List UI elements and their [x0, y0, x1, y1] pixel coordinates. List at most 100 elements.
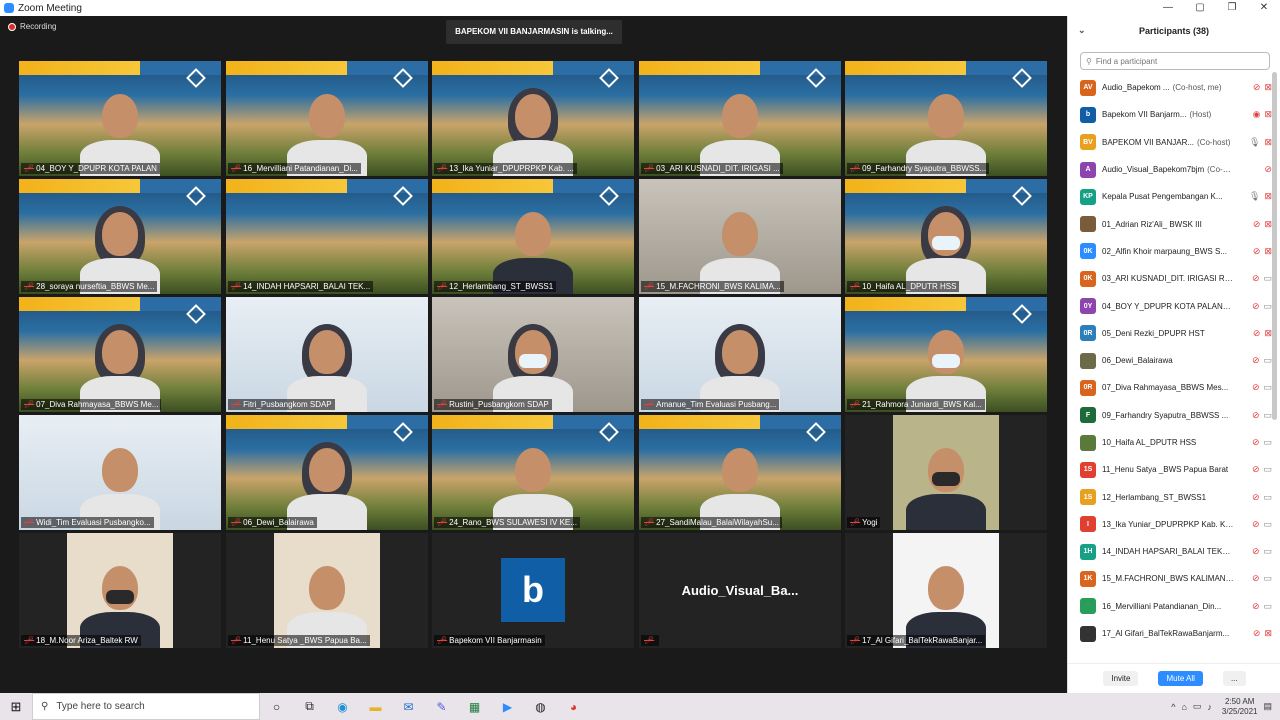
mic-muted-icon[interactable]: ⊘ — [1252, 437, 1260, 448]
mic-muted-icon[interactable]: ⊘ — [1252, 546, 1260, 557]
participant-row[interactable]: 17_Al Gifari_BalTekRawaBanjarm... ⊘ ⊠ — [1068, 620, 1274, 647]
mic-muted-icon[interactable]: ⊘ — [1253, 246, 1261, 257]
video-tile[interactable]: 🎤︎ 24_Rano_BWS SULAWESI IV KE... — [432, 415, 634, 530]
participant-row[interactable]: F 09_Farhandry Syaputra_BBWSS ... ⊘ ▭ — [1068, 402, 1274, 429]
participant-row[interactable]: 0R 07_Diva Rahmayasa_BBWS Mes... ⊘ ▭ — [1068, 374, 1274, 401]
chrome-icon[interactable]: ◕ — [557, 700, 590, 714]
network-icon[interactable]: ⌂ — [1181, 702, 1186, 712]
video-tile[interactable]: 🎤︎ Widi_Tim Evaluasi Pusbangko... — [19, 415, 221, 530]
camera-icon[interactable]: ▭ — [1263, 355, 1272, 366]
camera-off-icon[interactable]: ⊠ — [1264, 191, 1272, 202]
mic-muted-icon[interactable]: ⊘ — [1252, 273, 1260, 284]
video-tile[interactable]: 🎤︎ 06_Dewi_Balairawa — [226, 415, 428, 530]
video-tile[interactable]: 🎤︎ 04_BOY Y_DPUPR KOTA PALAN — [19, 61, 221, 176]
pen-app-icon[interactable]: ✎ — [425, 700, 458, 714]
participant-row[interactable]: 1H 14_INDAH HAPSARI_BALAI TEKN... ⊘ ▭ — [1068, 538, 1274, 565]
mic-muted-icon[interactable]: ⊘ — [1253, 328, 1261, 339]
participant-row[interactable]: 0K 03_ARI KUSNADI_DIT. IRIGASI R... ⊘ ▭ — [1068, 265, 1274, 292]
participants-scrollbar[interactable] — [1272, 72, 1277, 420]
mute-all-button[interactable]: Mute All — [1158, 671, 1203, 686]
video-tile[interactable]: 🎤︎ 03_ARI KUSNADI_DIT. IRIGASI ... — [639, 61, 841, 176]
mic-muted-icon[interactable]: ⊘ — [1252, 301, 1260, 312]
restore-button[interactable]: ❐ — [1216, 0, 1248, 16]
recording-indicator[interactable]: Recording — [8, 22, 56, 31]
notification-icon[interactable]: ▤ — [1263, 701, 1272, 712]
mic-muted-icon[interactable]: ⊘ — [1264, 164, 1272, 175]
camera-off-icon[interactable]: ⊠ — [1264, 109, 1272, 120]
video-tile[interactable]: 🎤︎ 21_Rahmora Juniardi_BWS Kal... — [845, 297, 1047, 412]
zoom-icon[interactable]: ▶ — [491, 700, 524, 714]
video-tile[interactable]: 🎤︎ 09_Farhandry Syaputra_BBWSS... — [845, 61, 1047, 176]
camera-icon[interactable]: ▭ — [1263, 464, 1272, 475]
participant-search[interactable]: ⚲ — [1080, 52, 1270, 70]
invite-button[interactable]: Invite — [1103, 671, 1139, 686]
video-tile[interactable]: 🎤︎ Fitri_Pusbangkom SDAP — [226, 297, 428, 412]
excel-icon[interactable]: ▦ — [458, 700, 491, 714]
participant-row[interactable]: b Bapekom VII Banjarm... (Host) ◉ ⊠ — [1068, 101, 1274, 128]
camera-off-icon[interactable]: ⊠ — [1264, 328, 1272, 339]
camera-off-icon[interactable]: ⊠ — [1264, 82, 1272, 93]
chevron-down-icon[interactable]: ⌄ — [1078, 25, 1086, 36]
video-tile[interactable]: b 🎤︎ Bapekom VII Banjarmasin — [432, 533, 634, 648]
mic-muted-icon[interactable]: ⊘ — [1253, 628, 1261, 639]
participant-row[interactable]: 16_Mervilliani Patandianan_Din... ⊘ ▭ — [1068, 593, 1274, 620]
mic-muted-icon[interactable]: ⊘ — [1252, 519, 1260, 530]
edge-icon[interactable]: ◉ — [326, 700, 359, 714]
mic-muted-icon[interactable]: ⊘ — [1252, 410, 1260, 421]
mic-muted-icon[interactable]: ⊘ — [1252, 355, 1260, 366]
mic-muted-icon[interactable]: ⊘ — [1252, 492, 1260, 503]
mic-muted-icon[interactable]: ⊘ — [1253, 219, 1261, 230]
mic-muted-icon[interactable]: ⊘ — [1252, 573, 1260, 584]
participant-row[interactable]: 0K 02_Alfin Khoir marpaung_BWS S... ⊘ ⊠ — [1068, 238, 1274, 265]
camera-icon[interactable]: ▭ — [1263, 519, 1272, 530]
video-tile[interactable]: 🎤︎ 12_Herlambang_ST_BWSS1 — [432, 179, 634, 294]
windows-start-icon[interactable]: ⊞ — [0, 699, 32, 715]
video-tile[interactable]: 🎤︎ Rustini_Pusbangkom SDAP — [432, 297, 634, 412]
video-tile[interactable]: 🎤︎ 28_soraya nurseftia_BBWS Me... — [19, 179, 221, 294]
taskbar-search[interactable]: ⚲ Type here to search — [32, 693, 260, 720]
mail-icon[interactable]: ✉ — [392, 700, 425, 714]
video-tile[interactable]: 🎤︎ 18_M.Noor Ariza_Baltek RW — [19, 533, 221, 648]
video-tile[interactable]: Audio_Visual_Ba... 🎤︎ — [639, 533, 841, 648]
mic-muted-icon[interactable]: ⊘ — [1252, 464, 1260, 475]
participant-row[interactable]: 10_Haifa AL_DPUTR HSS ⊘ ▭ — [1068, 429, 1274, 456]
participant-row[interactable]: KP Kepala Pusat Pengembangan K... 🎙︎ ⊠ — [1068, 183, 1274, 210]
participant-row[interactable]: 1S 12_Herlambang_ST_BWSS1 ⊘ ▭ — [1068, 483, 1274, 510]
mic-icon[interactable]: 🎙︎ — [1249, 191, 1260, 202]
video-tile[interactable]: 🎤︎ 11_Henu Satya _BWS Papua Ba... — [226, 533, 428, 648]
camera-icon[interactable]: ▭ — [1263, 382, 1272, 393]
mic-muted-icon[interactable]: ⊘ — [1252, 382, 1260, 393]
participant-row[interactable]: I 13_Ika Yuniar_DPUPRPKP Kab. K... ⊘ ▭ — [1068, 511, 1274, 538]
video-tile[interactable]: 🎤︎ 17_Al Gifari_BalTekRawaBanjar... — [845, 533, 1047, 648]
mic-muted-icon[interactable]: ⊘ — [1252, 601, 1260, 612]
minimize-button[interactable]: — — [1152, 0, 1184, 16]
camera-icon[interactable]: ▭ — [1263, 410, 1272, 421]
camera-off-icon[interactable]: ⊠ — [1264, 219, 1272, 230]
participant-row[interactable]: 1S 11_Henu Satya _BWS Papua Barat ⊘ ▭ — [1068, 456, 1274, 483]
file-explorer-icon[interactable]: ▬ — [359, 700, 392, 714]
cortana-icon[interactable]: ○ — [260, 700, 293, 714]
video-tile[interactable]: 🎤︎ 15_M.FACHRONI_BWS KALIMA... — [639, 179, 841, 294]
task-view-icon[interactable]: ⧉ — [293, 699, 326, 714]
camera-icon[interactable]: ▭ — [1263, 273, 1272, 284]
video-tile[interactable]: 🎤︎ 27_SandiMalau_BalaiWilayahSu... — [639, 415, 841, 530]
video-tile[interactable]: 🎤︎ 16_Mervilliani Patandianan_Di... — [226, 61, 428, 176]
camera-icon[interactable]: ▭ — [1263, 601, 1272, 612]
battery-icon[interactable]: ▭ — [1193, 701, 1202, 712]
video-tile[interactable]: 🎤︎ Amanue_Tim Evaluasi Pusbang... — [639, 297, 841, 412]
participant-row[interactable]: A Audio_Visual_Bapekom7bjm(Co-host) ⊘ — [1068, 156, 1274, 183]
participant-row[interactable]: BV BAPEKOM VII BANJAR... (Co-host) 🎙︎ ⊠ — [1068, 129, 1274, 156]
mic-icon[interactable]: 🎙︎ — [1249, 137, 1260, 148]
chevron-up-icon[interactable]: ^ — [1171, 702, 1175, 712]
camera-off-icon[interactable]: ⊠ — [1264, 628, 1272, 639]
close-button[interactable]: ✕ — [1248, 0, 1280, 16]
mic-muted-icon[interactable]: ⊘ — [1253, 82, 1261, 93]
camera-off-icon[interactable]: ⊠ — [1264, 137, 1272, 148]
participant-row[interactable]: 1K 15_M.FACHRONI_BWS KALIMAN... ⊘ ▭ — [1068, 565, 1274, 592]
participant-row[interactable]: 01_Adrian Riz'Ali_ BWSK III ⊘ ⊠ — [1068, 210, 1274, 237]
camera-off-icon[interactable]: ⊠ — [1264, 246, 1272, 257]
participant-row[interactable]: 0R 05_Deni Rezki_DPUPR HST ⊘ ⊠ — [1068, 320, 1274, 347]
camera-icon[interactable]: ▭ — [1263, 546, 1272, 557]
video-tile[interactable]: 🎤︎ 14_INDAH HAPSARI_BALAI TEK... — [226, 179, 428, 294]
camera-icon[interactable]: ▭ — [1263, 573, 1272, 584]
